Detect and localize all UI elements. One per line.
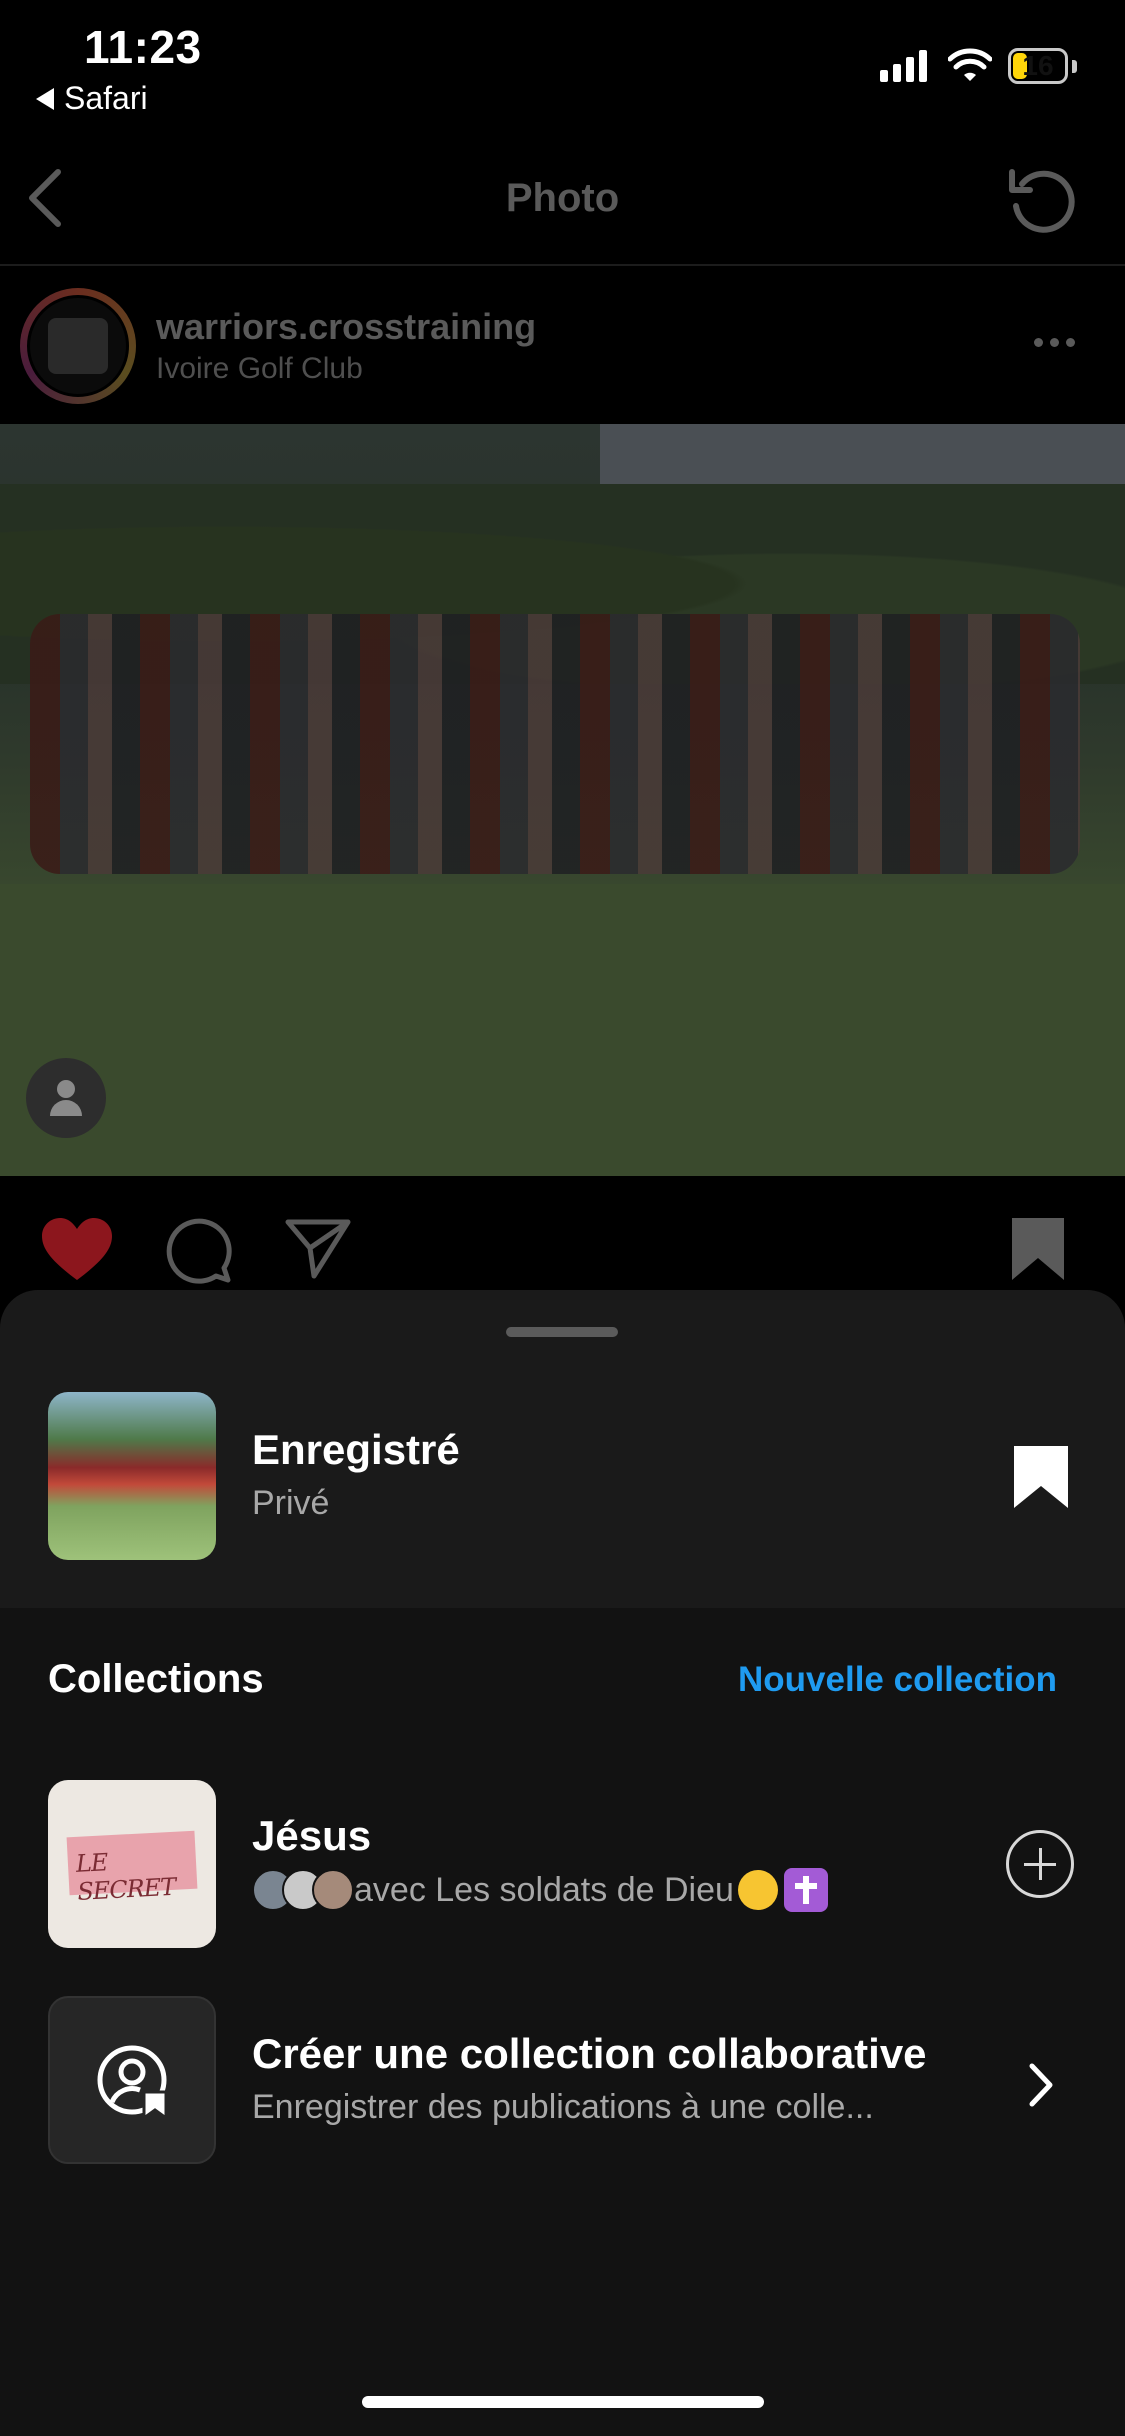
saved-post-thumbnail — [48, 1392, 216, 1560]
crosstraining-logo-icon — [48, 318, 108, 374]
heart-filled-icon[interactable] — [40, 1216, 114, 1282]
saved-bookmark-icon[interactable] — [1012, 1444, 1070, 1510]
nav-divider — [0, 264, 1125, 266]
back-app-label: Safari — [64, 80, 148, 116]
collection-members: avec Les soldats de Dieu — [252, 1868, 828, 1912]
saved-privacy: Privé — [252, 1484, 330, 1522]
tagged-people-button[interactable] — [26, 1058, 106, 1138]
person-icon — [50, 1080, 82, 1116]
share-send-icon[interactable] — [284, 1218, 352, 1280]
create-collab-subtitle: Enregistrer des publications à une colle… — [252, 2088, 874, 2126]
page-title: Photo — [505, 176, 620, 220]
collab-user-bookmark-icon — [97, 2045, 168, 2121]
back-to-safari-link[interactable]: Safari — [36, 80, 148, 117]
collections-title: Collections — [48, 1657, 264, 1701]
battery-icon: 16 — [1008, 48, 1068, 84]
cellular-signal-icon — [880, 50, 927, 82]
add-to-collection-button[interactable] — [1006, 1830, 1074, 1898]
new-collection-button[interactable]: Nouvelle collection — [738, 1660, 1057, 1700]
home-indicator[interactable] — [362, 2396, 764, 2408]
bookmark-filled-icon[interactable] — [1010, 1216, 1066, 1282]
refresh-icon[interactable] — [1004, 162, 1080, 238]
post-location[interactable]: Ivoire Golf Club — [156, 352, 363, 386]
collab-collection-tile[interactable] — [48, 1996, 216, 2164]
member-avatars — [252, 1869, 354, 1911]
more-options-icon[interactable] — [1034, 338, 1075, 347]
collection-thumbnail[interactable]: LE SECRET — [48, 1780, 216, 1948]
thumbnail-text: LE SECRET — [75, 1848, 176, 1906]
comment-icon[interactable] — [164, 1216, 232, 1284]
collection-subtitle: avec Les soldats de Dieu — [354, 1870, 734, 1909]
back-triangle-icon — [36, 87, 54, 110]
grinning-emoji-icon — [737, 1870, 778, 1910]
collection-name[interactable]: Jésus — [252, 1812, 371, 1860]
status-time: 11:23 — [84, 21, 202, 73]
battery-tip — [1072, 60, 1077, 73]
create-collab-title[interactable]: Créer une collection collaborative — [252, 2030, 927, 2078]
saved-title: Enregistré — [252, 1426, 460, 1473]
post-username[interactable]: warriors.crosstraining — [156, 306, 536, 348]
latin-cross-emoji-icon — [783, 1868, 828, 1912]
sheet-grabber[interactable] — [506, 1327, 618, 1337]
battery-level: 16 — [1022, 50, 1054, 81]
chevron-right-icon[interactable] — [1026, 2062, 1056, 2108]
wifi-icon — [948, 48, 992, 81]
post-photo[interactable] — [0, 424, 1125, 1176]
